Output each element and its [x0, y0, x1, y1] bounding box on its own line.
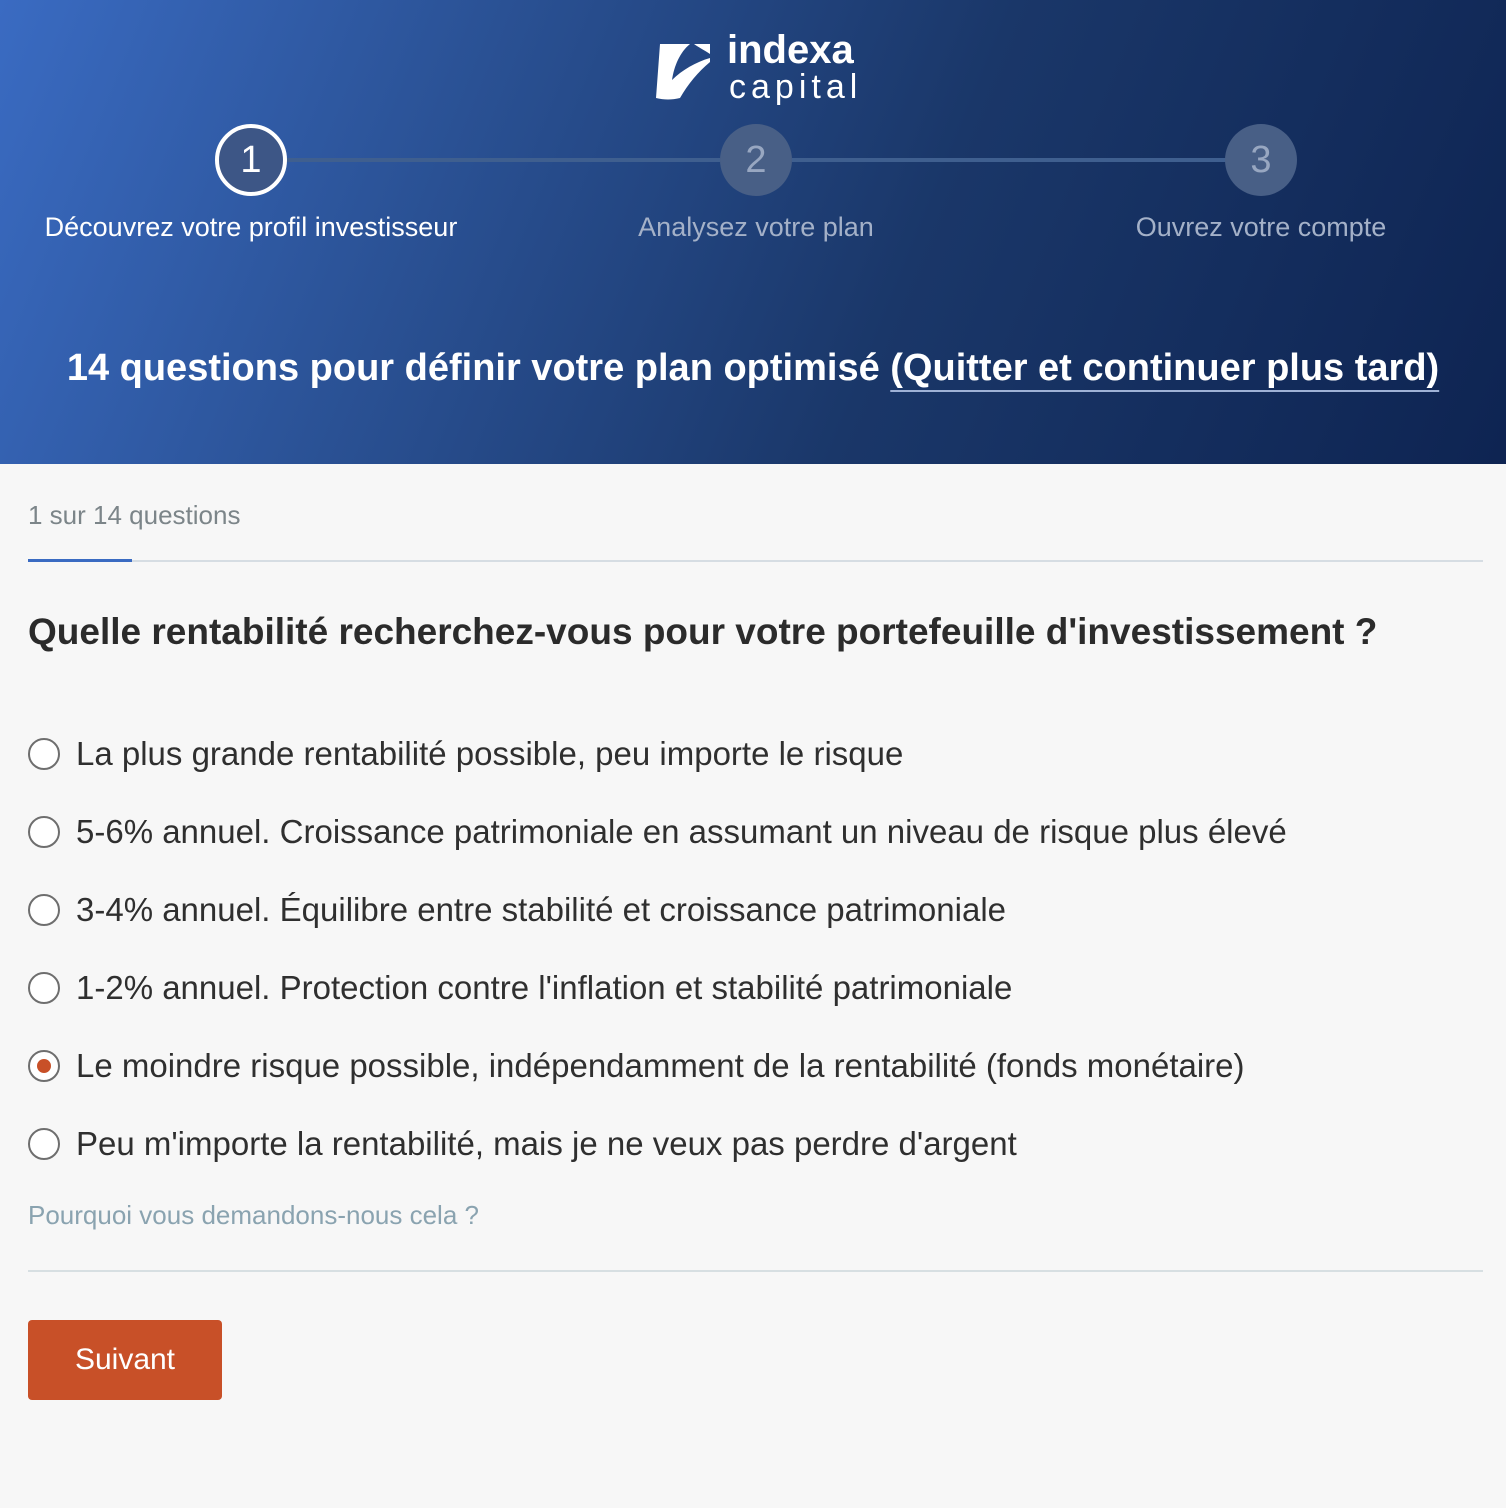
radio-button[interactable]: [28, 1050, 60, 1082]
option-lowest-risk[interactable]: Le moindre risque possible, indépendamme…: [28, 1036, 1245, 1096]
option-label: Le moindre risque possible, indépendamme…: [76, 1047, 1245, 1084]
stepper-connector-2-3: [792, 158, 1226, 162]
radio-button[interactable]: [28, 1128, 60, 1160]
step-2-label: Analysez votre plan: [638, 212, 874, 242]
next-button[interactable]: Suivant: [28, 1320, 222, 1400]
header-banner: indexa capital 1 2 3 Découvrez votre pro…: [0, 0, 1506, 464]
option-5-6-percent[interactable]: 5-6% annuel. Croissance patrimoniale en …: [28, 802, 1287, 862]
why-we-ask-link[interactable]: Pourquoi vous demandons-nous cela ?: [28, 1200, 479, 1231]
radio-button[interactable]: [28, 816, 60, 848]
option-no-loss[interactable]: Peu m'importe la rentabilité, mais je ne…: [28, 1114, 1017, 1174]
logo-mark-icon: [656, 44, 710, 100]
option-1-2-percent[interactable]: 1-2% annuel. Protection contre l'inflati…: [28, 958, 1012, 1018]
indexa-capital-logo[interactable]: indexa capital: [652, 28, 863, 110]
option-label: Peu m'importe la rentabilité, mais je ne…: [76, 1125, 1017, 1162]
step-3-circle: 3: [1225, 124, 1297, 196]
step-1-label: Découvrez votre profil investisseur: [44, 212, 458, 242]
question-title: Quelle rentabilité recherchez-vous pour …: [28, 611, 1378, 652]
option-label: 5-6% annuel. Croissance patrimoniale en …: [76, 813, 1287, 850]
stepper-connector-1-2: [286, 158, 720, 162]
logo-wordmark-capital: capital: [729, 68, 863, 106]
quit-and-continue-later-link[interactable]: (Quitter et continuer plus tard): [890, 347, 1439, 389]
radio-button[interactable]: [28, 738, 60, 770]
logo-wordmark-indexa: indexa: [727, 28, 854, 72]
progress-bar-fill: [28, 559, 132, 562]
progress-bar: [28, 559, 1483, 562]
option-label: La plus grande rentabilité possible, peu…: [76, 735, 904, 772]
option-highest-return[interactable]: La plus grande rentabilité possible, peu…: [28, 724, 903, 784]
option-3-4-percent[interactable]: 3-4% annuel. Équilibre entre stabilité e…: [28, 880, 1006, 940]
question-counter: 1 sur 14 questions: [28, 500, 241, 530]
page-headline: 14 questions pour définir votre plan opt…: [0, 340, 1506, 396]
step-2-circle: 2: [720, 124, 792, 196]
headline-text: 14 questions pour définir votre plan opt…: [66, 347, 891, 389]
option-label: 3-4% annuel. Équilibre entre stabilité e…: [76, 891, 1007, 928]
divider: [28, 1270, 1483, 1272]
step-3-label: Ouvrez votre compte: [1135, 212, 1387, 242]
step-1-circle: 1: [215, 124, 287, 196]
radio-button[interactable]: [28, 972, 60, 1004]
option-label: 1-2% annuel. Protection contre l'inflati…: [76, 969, 1013, 1006]
radio-button[interactable]: [28, 894, 60, 926]
